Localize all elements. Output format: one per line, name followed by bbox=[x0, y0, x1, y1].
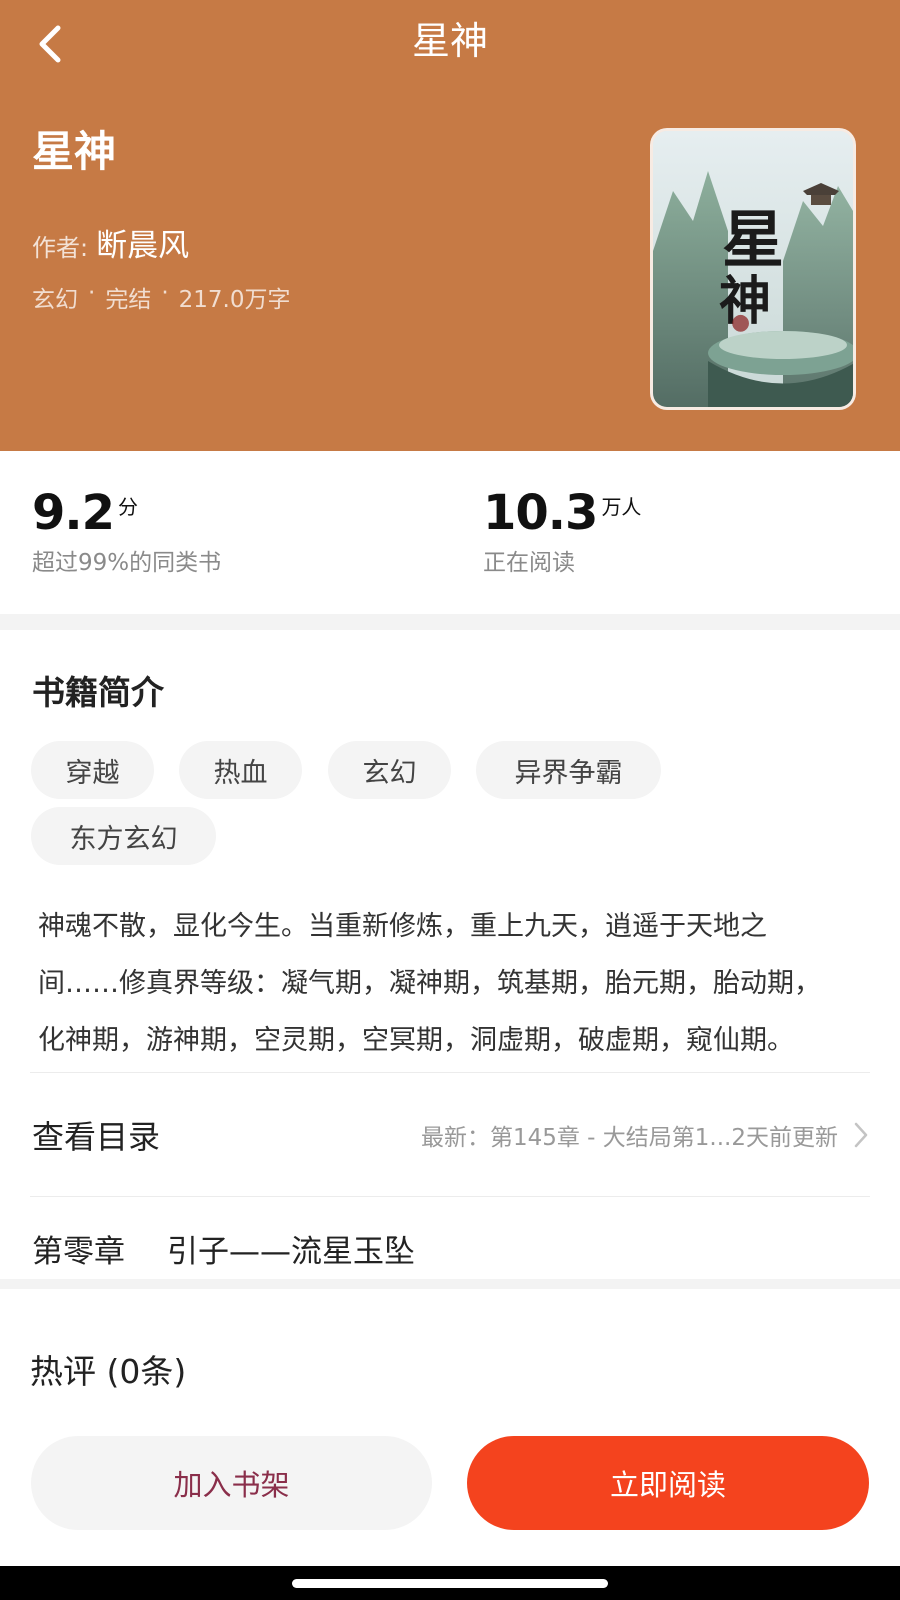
add-to-shelf-button[interactable]: 加入书架 bbox=[31, 1436, 432, 1530]
book-description: 神魂不散，显化今生。当重新修炼，重上九天，逍遥于天地之 间……修真界等级：凝气期… bbox=[38, 898, 878, 1069]
home-indicator[interactable] bbox=[292, 1579, 608, 1588]
tag-chip[interactable]: 穿越 bbox=[31, 741, 154, 799]
score-value: 9.2 bbox=[32, 485, 115, 541]
meta-separator: · bbox=[88, 280, 96, 306]
readers-value: 10.3 bbox=[483, 485, 598, 541]
score-unit: 分 bbox=[118, 495, 139, 519]
nav-title: 星神 bbox=[411, 19, 488, 63]
score-stat: 9.2 分 超过99%的同类书 bbox=[32, 485, 221, 577]
chapter-number: 第零章 bbox=[32, 1234, 125, 1270]
book-detail-page: 星神 星神 作者: 断晨风 玄幻 · 完结 · 217.0万字 星 神 ● 9.… bbox=[0, 0, 900, 1600]
word-count: 217.0万字 bbox=[178, 287, 291, 313]
tag-chip[interactable]: 热血 bbox=[179, 741, 302, 799]
readers-unit: 万人 bbox=[601, 495, 642, 519]
meta-separator: · bbox=[161, 280, 169, 306]
genre-label: 玄幻 bbox=[32, 287, 78, 313]
readers-desc: 正在阅读 bbox=[483, 550, 575, 576]
author-row: 作者: 断晨风 bbox=[32, 220, 189, 265]
description-line: 化神期，游神期，空灵期，空冥期，洞虚期，破虚期，窥仙期。 bbox=[38, 1025, 794, 1056]
catalog-title: 查看目录 bbox=[32, 1118, 161, 1156]
tag-chip[interactable]: 东方玄幻 bbox=[31, 807, 216, 865]
section-divider bbox=[0, 614, 900, 630]
catalog-row[interactable]: 查看目录 最新：第145章 - 大结局第1...2天前更新 bbox=[32, 1085, 870, 1185]
status-label: 完结 bbox=[105, 287, 152, 313]
tag-chip[interactable]: 异界争霸 bbox=[476, 741, 661, 799]
description-line: 神魂不散，显化今生。当重新修炼，重上九天，逍遥于天地之 bbox=[38, 911, 767, 942]
book-cover[interactable]: 星 神 ● bbox=[653, 131, 853, 407]
book-title: 星神 bbox=[32, 127, 117, 176]
description-line: 间……修真界等级：凝气期，凝神期，筑基期，胎元期，胎动期， bbox=[38, 968, 821, 999]
divider bbox=[30, 1072, 870, 1073]
chapter-name: 引子——流星玉坠 bbox=[167, 1234, 415, 1270]
cover-seal: ● bbox=[731, 310, 750, 335]
cover-title-glyph-1: 星 bbox=[722, 203, 784, 276]
first-chapter-row[interactable]: 第零章 引子——流星玉坠 bbox=[32, 1226, 415, 1271]
intro-title: 书籍简介 bbox=[32, 673, 164, 712]
divider bbox=[30, 1196, 870, 1197]
readers-stat: 10.3 万人 正在阅读 bbox=[483, 485, 641, 577]
author-name[interactable]: 断晨风 bbox=[96, 220, 189, 265]
book-header: 星神 星神 作者: 断晨风 玄幻 · 完结 · 217.0万字 星 神 ● bbox=[0, 0, 900, 451]
read-now-button[interactable]: 立即阅读 bbox=[467, 1436, 869, 1530]
author-label: 作者: bbox=[32, 234, 89, 262]
catalog-latest: 最新：第145章 - 大结局第1...2天前更新 bbox=[421, 1118, 870, 1152]
stats-panel: 9.2 分 超过99%的同类书 10.3 万人 正在阅读 bbox=[0, 451, 900, 614]
system-bottom-bar bbox=[0, 1566, 900, 1600]
comments-title: 热评 (0条) bbox=[30, 1352, 187, 1391]
chevron-right-icon bbox=[854, 1122, 868, 1148]
latest-chapter-text: 最新：第145章 - 大结局第1...2天前更新 bbox=[420, 1125, 838, 1151]
cover-illustration: 星 神 ● bbox=[653, 131, 853, 407]
tag-chip[interactable]: 玄幻 bbox=[328, 741, 451, 799]
book-meta: 玄幻 · 完结 · 217.0万字 bbox=[32, 280, 290, 314]
score-desc: 超过99%的同类书 bbox=[32, 550, 222, 576]
section-divider bbox=[0, 1279, 900, 1289]
